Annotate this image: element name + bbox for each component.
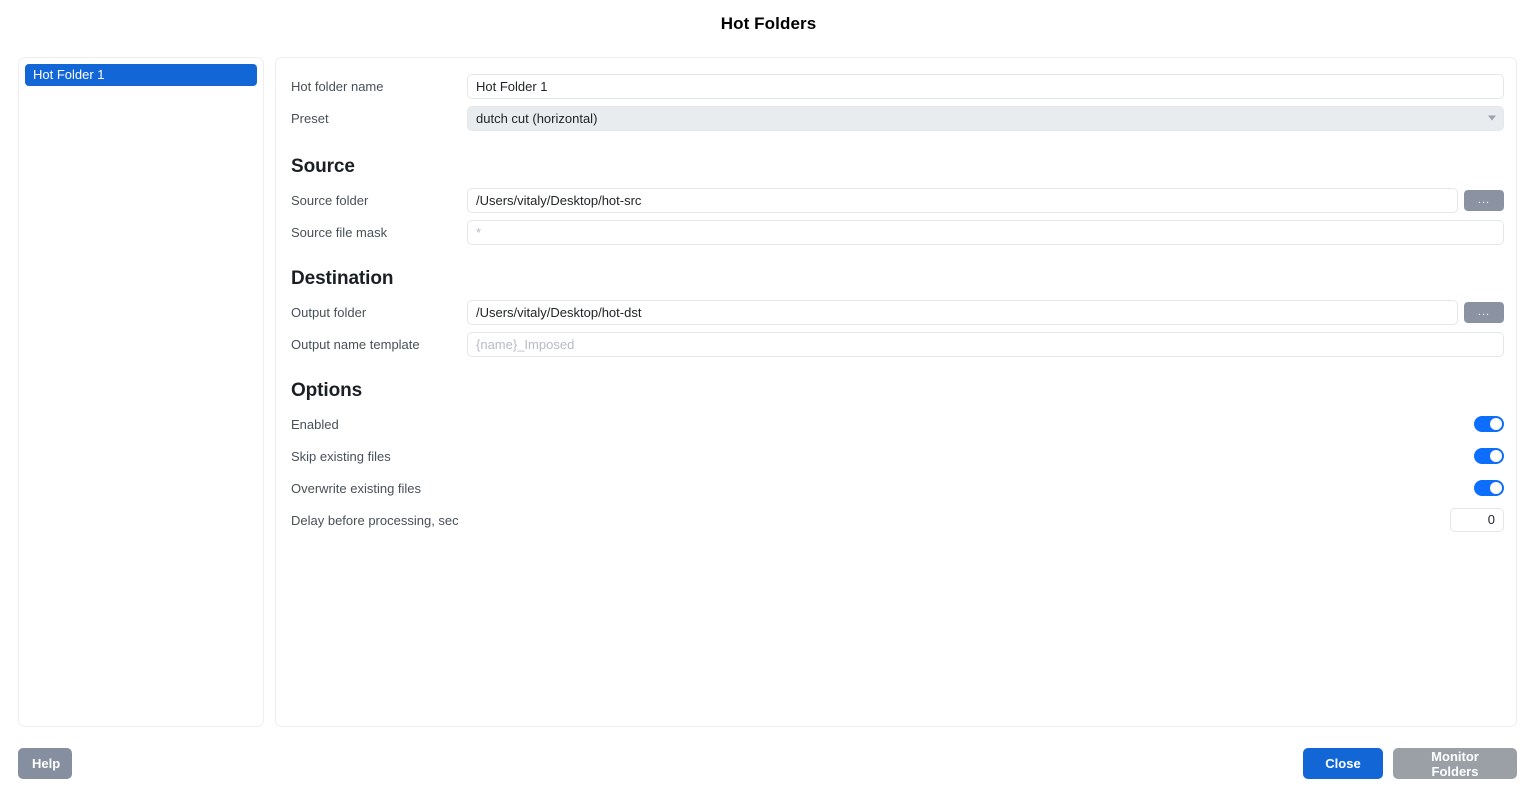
label-source-folder: Source folder [291,192,369,208]
source-folder-browse-button[interactable]: ... [1464,189,1504,211]
field-preset: dutch cut (horizontal) [467,105,1504,131]
preset-select[interactable]: dutch cut (horizontal) [467,105,1504,131]
label-enabled: Enabled [291,416,339,432]
label-source-file-mask: Source file mask [291,224,388,240]
hot-folder-name-input[interactable]: Hot Folder 1 [467,73,1504,99]
field-skip-existing-files [467,448,1504,464]
enabled-toggle[interactable] [1474,416,1504,432]
section-heading-options: Options [291,380,363,401]
row-skip-existing-files: Skip existing files [290,440,1504,472]
close-button[interactable]: Close [1303,748,1383,779]
source-folder-input[interactable]: /Users/vitaly/Desktop/hot-src [467,187,1458,213]
overwrite-existing-files-toggle[interactable] [1474,480,1504,496]
sidebar-item-hot-folder-1[interactable]: Hot Folder 1 [25,64,257,86]
label-delay-before-processing: Delay before processing, sec [291,512,459,528]
hot-folders-list-panel: Hot Folder 1 [18,57,264,727]
field-hot-folder-name: Hot Folder 1 [467,73,1504,99]
row-preset: Preset dutch cut (horizontal) [290,102,1504,134]
label-skip-existing-files: Skip existing files [291,448,391,464]
row-enabled: Enabled [290,408,1504,440]
field-enabled [467,416,1504,432]
field-delay-before-processing: 0 [467,508,1504,532]
label-preset: Preset [291,110,329,126]
output-name-template-input[interactable]: {name}_Imposed [467,331,1504,357]
page-title: Hot Folders [720,14,817,33]
skip-existing-files-toggle[interactable] [1474,448,1504,464]
preset-select-value: dutch cut (horizontal) [476,110,598,126]
help-button[interactable]: Help [18,748,72,779]
source-file-mask-input[interactable]: * [467,219,1504,245]
toggle-knob [1490,418,1502,430]
row-output-folder: Output folder /Users/vitaly/Desktop/hot-… [290,296,1504,328]
hot-folder-settings-panel: Hot folder name Hot Folder 1 Preset dutc… [275,57,1517,727]
toggle-knob [1490,482,1502,494]
label-hot-folder-name: Hot folder name [291,78,384,94]
label-output-folder: Output folder [291,304,367,320]
toggle-knob [1490,450,1502,462]
field-output-folder: /Users/vitaly/Desktop/hot-dst ... [467,299,1504,325]
field-source-folder: /Users/vitaly/Desktop/hot-src ... [467,187,1504,213]
field-output-name-template: {name}_Imposed [467,331,1504,357]
row-output-name-template: Output name template {name}_Imposed [290,328,1504,360]
label-output-name-template: Output name template [291,336,420,352]
field-source-file-mask: * [467,219,1504,245]
monitor-folders-button[interactable]: Monitor Folders [1393,748,1517,779]
output-folder-input[interactable]: /Users/vitaly/Desktop/hot-dst [467,299,1458,325]
hot-folders-list: Hot Folder 1 [19,58,263,86]
row-hot-folder-name: Hot folder name Hot Folder 1 [290,70,1504,102]
label-overwrite-existing-files: Overwrite existing files [291,480,422,496]
row-delay-before-processing: Delay before processing, sec 0 [290,504,1504,536]
field-overwrite-existing-files [467,480,1504,496]
row-source-folder: Source folder /Users/vitaly/Desktop/hot-… [290,184,1504,216]
delay-before-processing-input[interactable]: 0 [1450,508,1504,532]
row-source-file-mask: Source file mask * [290,216,1504,248]
row-overwrite-existing-files: Overwrite existing files [290,472,1504,504]
section-heading-source: Source [291,156,355,177]
section-heading-destination: Destination [291,268,394,289]
output-folder-browse-button[interactable]: ... [1464,301,1504,323]
chevron-down-icon [1488,115,1496,121]
